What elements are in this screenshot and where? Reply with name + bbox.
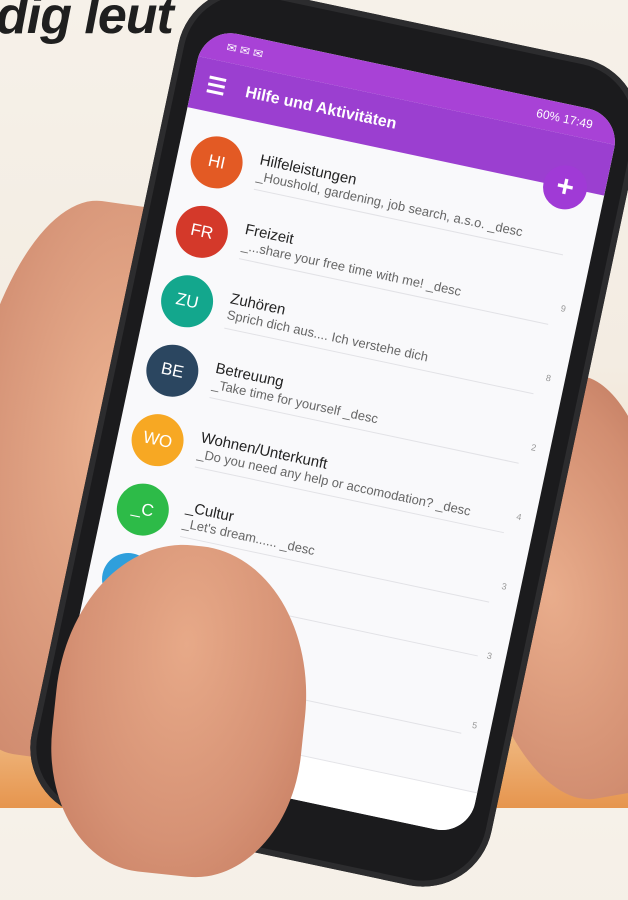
menu-icon[interactable]: ☰ <box>204 72 229 102</box>
item-count: 9 <box>559 302 567 314</box>
status-right: 60% 17:49 <box>535 106 594 132</box>
item-count: 2 <box>530 441 538 453</box>
avatar: WO <box>126 408 189 471</box>
item-count <box>567 236 581 239</box>
avatar: HI <box>185 131 248 193</box>
clock: 17:49 <box>561 111 595 132</box>
item-count: 3 <box>500 580 508 592</box>
avatar: _C <box>112 478 174 540</box>
avatar: BE <box>141 339 204 402</box>
item-count: 8 <box>545 372 553 384</box>
battery-level: 60% <box>535 105 562 125</box>
item-count: 4 <box>515 511 523 522</box>
item-count: 3 <box>486 649 494 661</box>
headline-text: dig leut <box>0 0 174 45</box>
avatar: FR <box>171 200 233 263</box>
avatar: ZU <box>156 269 219 332</box>
notification-icons: ✉ ✉ ✉ <box>225 40 265 62</box>
item-count: 5 <box>471 719 479 731</box>
